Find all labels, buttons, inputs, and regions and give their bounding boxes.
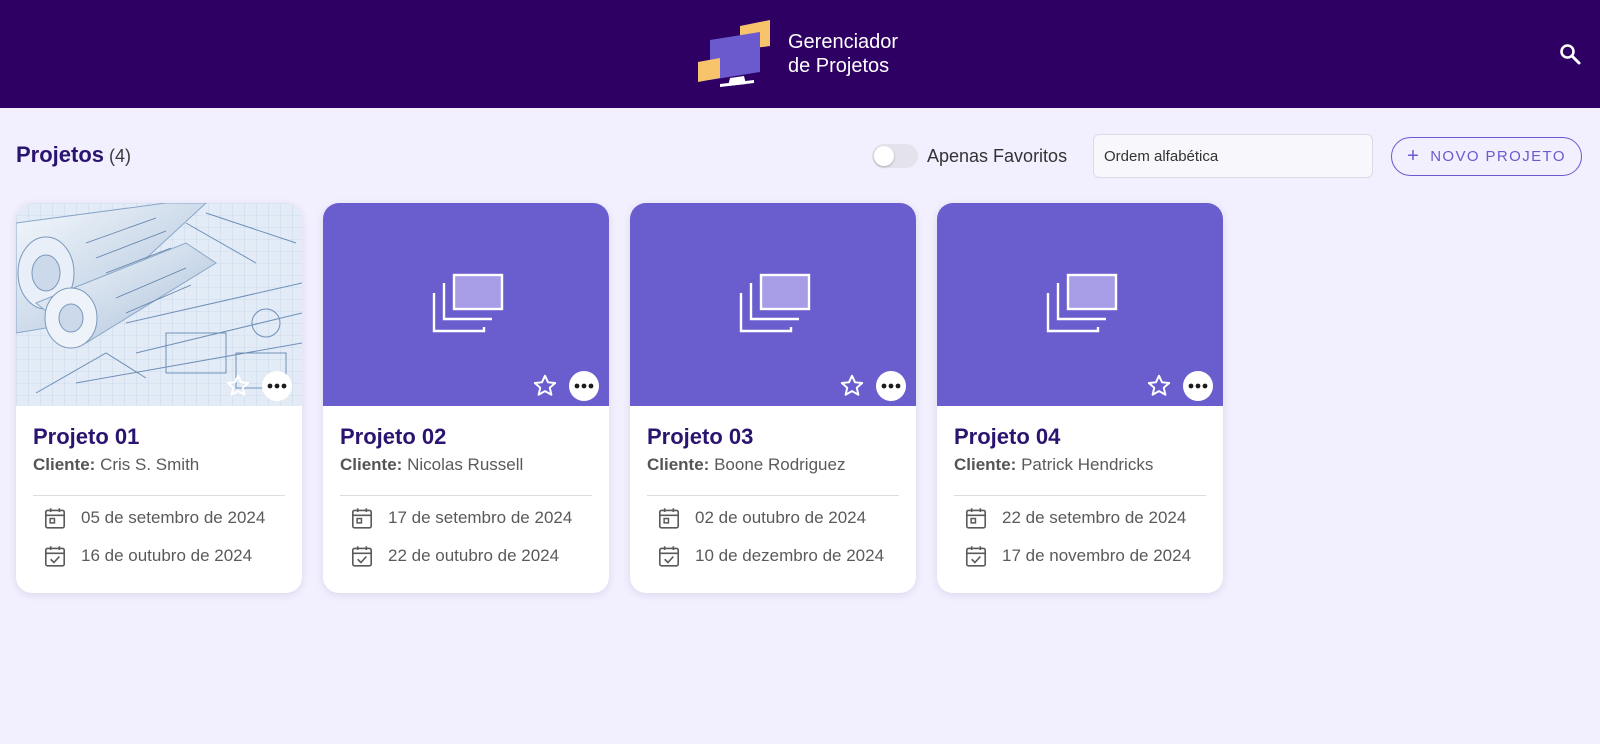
more-horizontal-icon: [574, 383, 594, 389]
star-outline-icon: [1147, 374, 1171, 396]
project-name[interactable]: Projeto 03: [647, 423, 899, 451]
project-name[interactable]: Projeto 02: [340, 423, 592, 451]
project-name[interactable]: Projeto 01: [33, 423, 285, 451]
project-name[interactable]: Projeto 04: [954, 423, 1206, 451]
switch-knob: [874, 146, 894, 166]
end-date-text: 16 de outubro de 2024: [81, 546, 253, 565]
card-body: Projeto 04 Cliente: Patrick Hendricks: [954, 423, 1206, 475]
more-horizontal-icon: [267, 383, 287, 389]
start-date: 17 de setembro de 2024: [349, 504, 572, 532]
search-icon: [1560, 44, 1581, 65]
client-name: Boone Rodriguez: [714, 455, 846, 474]
client-label: Cliente:: [340, 455, 403, 474]
new-project-label: NOVO PROJETO: [1430, 148, 1566, 165]
sort-select[interactable]: Ordem alfabética: [1093, 134, 1373, 178]
card-divider: [647, 495, 899, 496]
start-date-text: 05 de setembro de 2024: [81, 508, 266, 527]
plus-icon: +: [1407, 144, 1421, 167]
image-placeholder-icon: [1046, 273, 1118, 333]
page-title: Projetos (4): [16, 142, 131, 168]
calendar-check-icon: [658, 546, 680, 567]
project-client: Cliente: Nicolas Russell: [340, 455, 592, 475]
end-date: 16 de outubro de 2024: [42, 542, 252, 570]
more-horizontal-icon: [881, 383, 901, 389]
card-body: Projeto 03 Cliente: Boone Rodriguez: [647, 423, 899, 475]
project-cover-placeholder: [323, 203, 609, 406]
star-outline-icon: [533, 374, 557, 396]
calendar-check-icon: [351, 546, 373, 567]
client-name: Nicolas Russell: [407, 455, 524, 474]
end-date-text: 10 de dezembro de 2024: [695, 546, 885, 565]
calendar-icon: [965, 508, 987, 529]
project-cover-placeholder: [630, 203, 916, 406]
brand-line-1: Gerenciador: [788, 31, 899, 53]
end-date: 10 de dezembro de 2024: [656, 542, 884, 570]
card-divider: [954, 495, 1206, 496]
brand-line-2: de Projetos: [788, 55, 890, 77]
favorites-switch[interactable]: [872, 144, 918, 168]
project-card[interactable]: Projeto 02 Cliente: Nicolas Russell 17 d…: [323, 203, 609, 593]
brand-name: Gerenciador de Projetos: [788, 30, 898, 78]
calendar-icon: [658, 508, 680, 529]
more-options-button[interactable]: [262, 371, 292, 401]
project-count: (4): [109, 146, 132, 166]
project-cover-image: [16, 203, 302, 406]
favorites-only-toggle[interactable]: Apenas Favoritos: [872, 142, 1067, 170]
end-date: 22 de outubro de 2024: [349, 542, 559, 570]
card-divider: [33, 495, 285, 496]
blueprint-image: [16, 203, 302, 406]
favorite-button[interactable]: [530, 371, 560, 401]
start-date-text: 02 de outubro de 2024: [695, 508, 867, 527]
start-date-text: 22 de setembro de 2024: [1002, 508, 1187, 527]
calendar-check-icon: [965, 546, 987, 567]
app-header: Gerenciador de Projetos: [0, 0, 1600, 108]
end-date-text: 17 de novembro de 2024: [1002, 546, 1192, 565]
project-cover-placeholder: [937, 203, 1223, 406]
card-divider: [340, 495, 592, 496]
favorites-label: Apenas Favoritos: [927, 145, 1068, 166]
favorite-button[interactable]: [1144, 371, 1174, 401]
favorite-button[interactable]: [223, 371, 253, 401]
end-date: 17 de novembro de 2024: [963, 542, 1191, 570]
card-body: Projeto 01 Cliente: Cris S. Smith: [33, 423, 285, 475]
end-date-text: 22 de outubro de 2024: [388, 546, 560, 565]
star-outline-icon: [226, 374, 250, 396]
app-logo-icon: [698, 20, 770, 87]
brand[interactable]: Gerenciador de Projetos: [698, 20, 898, 88]
more-options-button[interactable]: [876, 371, 906, 401]
project-client: Cliente: Boone Rodriguez: [647, 455, 899, 475]
sort-value: Ordem alfabética: [1104, 147, 1219, 165]
client-label: Cliente:: [33, 455, 96, 474]
more-horizontal-icon: [1188, 383, 1208, 389]
client-label: Cliente:: [954, 455, 1017, 474]
page-title-text: Projetos: [16, 142, 105, 167]
project-card[interactable]: Projeto 04 Cliente: Patrick Hendricks 22…: [937, 203, 1223, 593]
project-card[interactable]: Projeto 01 Cliente: Cris S. Smith 05 de …: [16, 203, 302, 593]
client-name: Patrick Hendricks: [1021, 455, 1154, 474]
start-date: 22 de setembro de 2024: [963, 504, 1186, 532]
card-body: Projeto 02 Cliente: Nicolas Russell: [340, 423, 592, 475]
calendar-icon: [351, 508, 373, 529]
star-outline-icon: [840, 374, 864, 396]
more-options-button[interactable]: [1183, 371, 1213, 401]
start-date: 02 de outubro de 2024: [656, 504, 866, 532]
client-name: Cris S. Smith: [100, 455, 200, 474]
image-placeholder-icon: [739, 273, 811, 333]
calendar-check-icon: [44, 546, 66, 567]
client-label: Cliente:: [647, 455, 710, 474]
project-client: Cliente: Cris S. Smith: [33, 455, 285, 475]
more-options-button[interactable]: [569, 371, 599, 401]
favorite-button[interactable]: [837, 371, 867, 401]
project-card[interactable]: Projeto 03 Cliente: Boone Rodriguez 02 d…: [630, 203, 916, 593]
image-placeholder-icon: [432, 273, 504, 333]
start-date-text: 17 de setembro de 2024: [388, 508, 573, 527]
search-button[interactable]: [1556, 40, 1584, 68]
new-project-button[interactable]: + NOVO PROJETO: [1391, 137, 1582, 176]
start-date: 05 de setembro de 2024: [42, 504, 265, 532]
calendar-icon: [44, 508, 66, 529]
project-client: Cliente: Patrick Hendricks: [954, 455, 1206, 475]
